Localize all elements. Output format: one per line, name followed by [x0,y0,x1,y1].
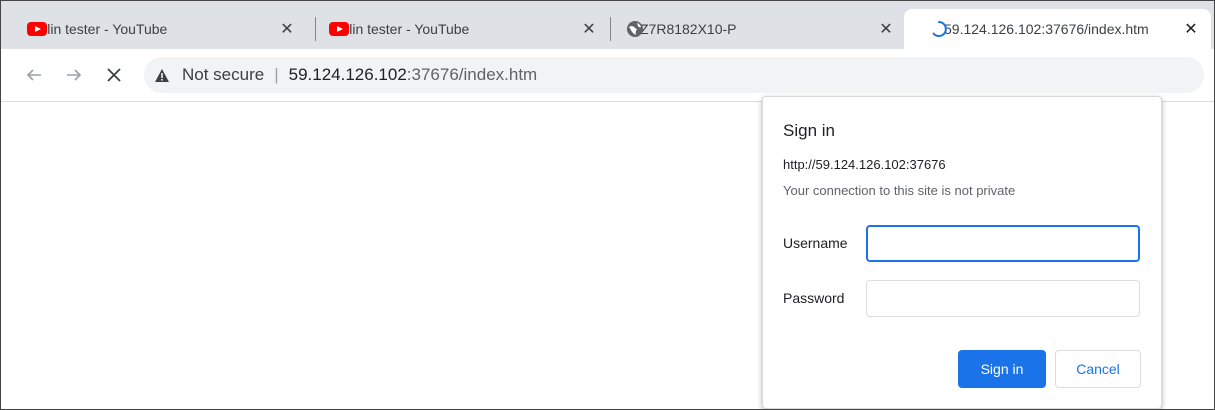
omnibox-separator: | [274,65,279,84]
forward-button[interactable] [61,62,87,88]
youtube-icon [27,22,47,36]
globe-icon [627,21,643,37]
tab-title: lilin tester - YouTube [41,21,168,37]
cancel-button[interactable]: Cancel [1055,350,1141,388]
close-tab-icon[interactable]: ✕ [876,19,896,39]
close-tab-icon[interactable]: ✕ [579,19,599,39]
tab-title: lilin tester - YouTube [343,21,470,37]
sign-in-dialog: Sign in http://59.124.126.102:37676 Your… [762,96,1162,409]
tab-z7r8182x10[interactable]: Z7R8182X10-P ✕ [600,9,906,49]
sign-in-button[interactable]: Sign in [958,350,1046,388]
arrow-left-icon [26,69,41,81]
back-button[interactable] [21,62,47,88]
url-host: 59.124.126.102 [288,65,407,84]
address-bar[interactable]: Not secure | 59.124.126.102:37676/index.… [144,57,1204,93]
tab-active-index[interactable]: 59.124.126.102:37676/index.htm ✕ [904,9,1211,49]
arrow-right-icon [67,69,82,81]
stop-loading-button[interactable] [101,62,127,88]
dialog-origin: http://59.124.126.102:37676 [783,157,946,172]
close-icon [107,68,121,82]
warning-triangle-icon[interactable] [154,66,172,84]
tab-title: Z7R8182X10-P [640,21,737,37]
url-path: :37676/index.htm [406,65,538,84]
password-input[interactable] [866,280,1140,317]
username-label: Username [783,235,848,251]
tab-youtube-2[interactable]: lilin tester - YouTube ✕ [303,9,609,49]
close-tab-icon[interactable]: ✕ [277,19,297,39]
tab-strip: lilin tester - YouTube ✕ lilin tester - … [1,1,1214,49]
username-input[interactable] [866,225,1140,262]
browser-window: lilin tester - YouTube ✕ lilin tester - … [0,0,1215,410]
security-status-label[interactable]: Not secure [182,65,264,85]
tab-youtube-1[interactable]: lilin tester - YouTube ✕ [1,9,307,49]
youtube-icon [329,22,349,36]
tab-title: 59.124.126.102:37676/index.htm [944,21,1149,37]
close-tab-icon[interactable]: ✕ [1181,19,1201,39]
dialog-title: Sign in [783,121,835,140]
password-label: Password [783,290,845,306]
loading-spinner-icon [932,21,947,37]
dialog-warning-text: Your connection to this site is not priv… [783,183,1016,198]
browser-toolbar: Not secure | 59.124.126.102:37676/index.… [1,49,1214,102]
